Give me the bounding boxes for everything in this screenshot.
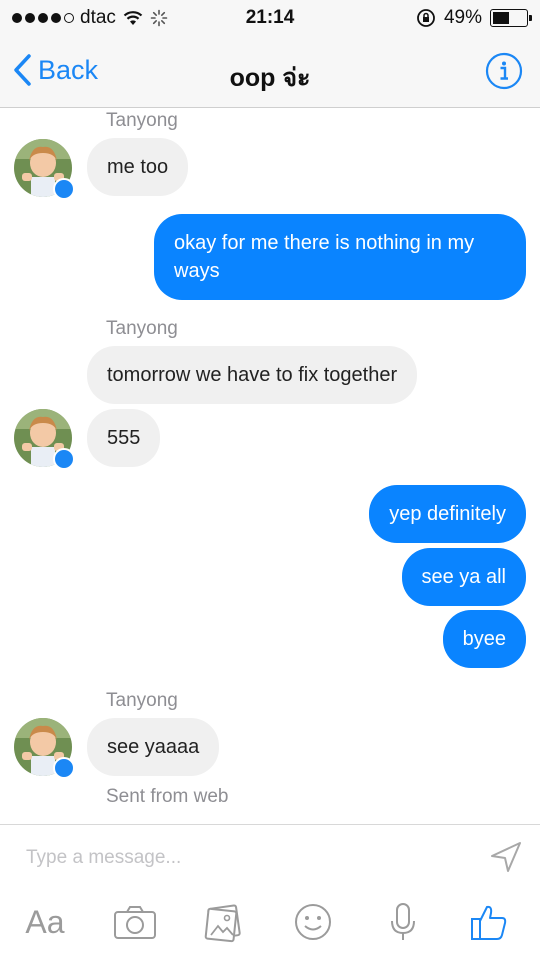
navigation-bar: Back oop จ่ะ bbox=[0, 38, 540, 108]
outgoing-message[interactable]: byee bbox=[442, 610, 526, 668]
messenger-badge-icon bbox=[53, 448, 75, 470]
avatar[interactable] bbox=[14, 718, 75, 779]
battery-icon bbox=[490, 9, 532, 27]
outgoing-message[interactable]: yep definitely bbox=[369, 485, 526, 543]
status-bar: dtac 21:14 49% bbox=[0, 0, 540, 38]
emoji-icon bbox=[295, 904, 331, 940]
battery-percentage: 49% bbox=[443, 7, 482, 28]
outgoing-message[interactable]: see ya all bbox=[401, 548, 526, 606]
status-right: 49% bbox=[416, 7, 532, 29]
incoming-message[interactable]: tomorrow we have to fix together bbox=[87, 346, 418, 404]
emoji-button[interactable] bbox=[290, 897, 336, 947]
conversation-title[interactable]: oop จ่ะ bbox=[0, 58, 540, 98]
messenger-badge-icon bbox=[53, 178, 75, 200]
messenger-badge-icon bbox=[53, 757, 75, 779]
text-format-button[interactable]: Aa bbox=[22, 897, 68, 947]
camera-button[interactable] bbox=[112, 897, 158, 947]
incoming-message[interactable]: 555 bbox=[87, 409, 161, 467]
voice-button[interactable] bbox=[380, 897, 426, 947]
photos-button[interactable] bbox=[200, 897, 246, 947]
avatar[interactable] bbox=[14, 139, 75, 200]
send-icon[interactable] bbox=[488, 839, 524, 875]
like-icon bbox=[471, 905, 507, 940]
sender-name: Tanyong bbox=[106, 318, 178, 339]
rotation-lock-icon bbox=[417, 9, 435, 27]
message-input[interactable]: Type a message... bbox=[26, 847, 181, 869]
sender-name: Tanyong bbox=[106, 110, 178, 131]
incoming-message[interactable]: me too bbox=[87, 138, 189, 196]
avatar[interactable] bbox=[14, 409, 75, 470]
incoming-message[interactable]: see yaaaa bbox=[87, 718, 220, 776]
composer-toolbar: Aa bbox=[0, 897, 540, 953]
sent-from-label: Sent from web bbox=[106, 786, 229, 807]
camera-icon bbox=[114, 906, 156, 939]
photos-icon bbox=[204, 904, 241, 943]
info-icon[interactable] bbox=[485, 52, 523, 90]
sender-name: Tanyong bbox=[106, 690, 178, 711]
composer: Type a message... Aa bbox=[0, 824, 540, 960]
like-button[interactable] bbox=[466, 897, 512, 947]
outgoing-message[interactable]: okay for me there is nothing in my ways bbox=[154, 214, 526, 300]
microphone-icon bbox=[391, 903, 415, 940]
